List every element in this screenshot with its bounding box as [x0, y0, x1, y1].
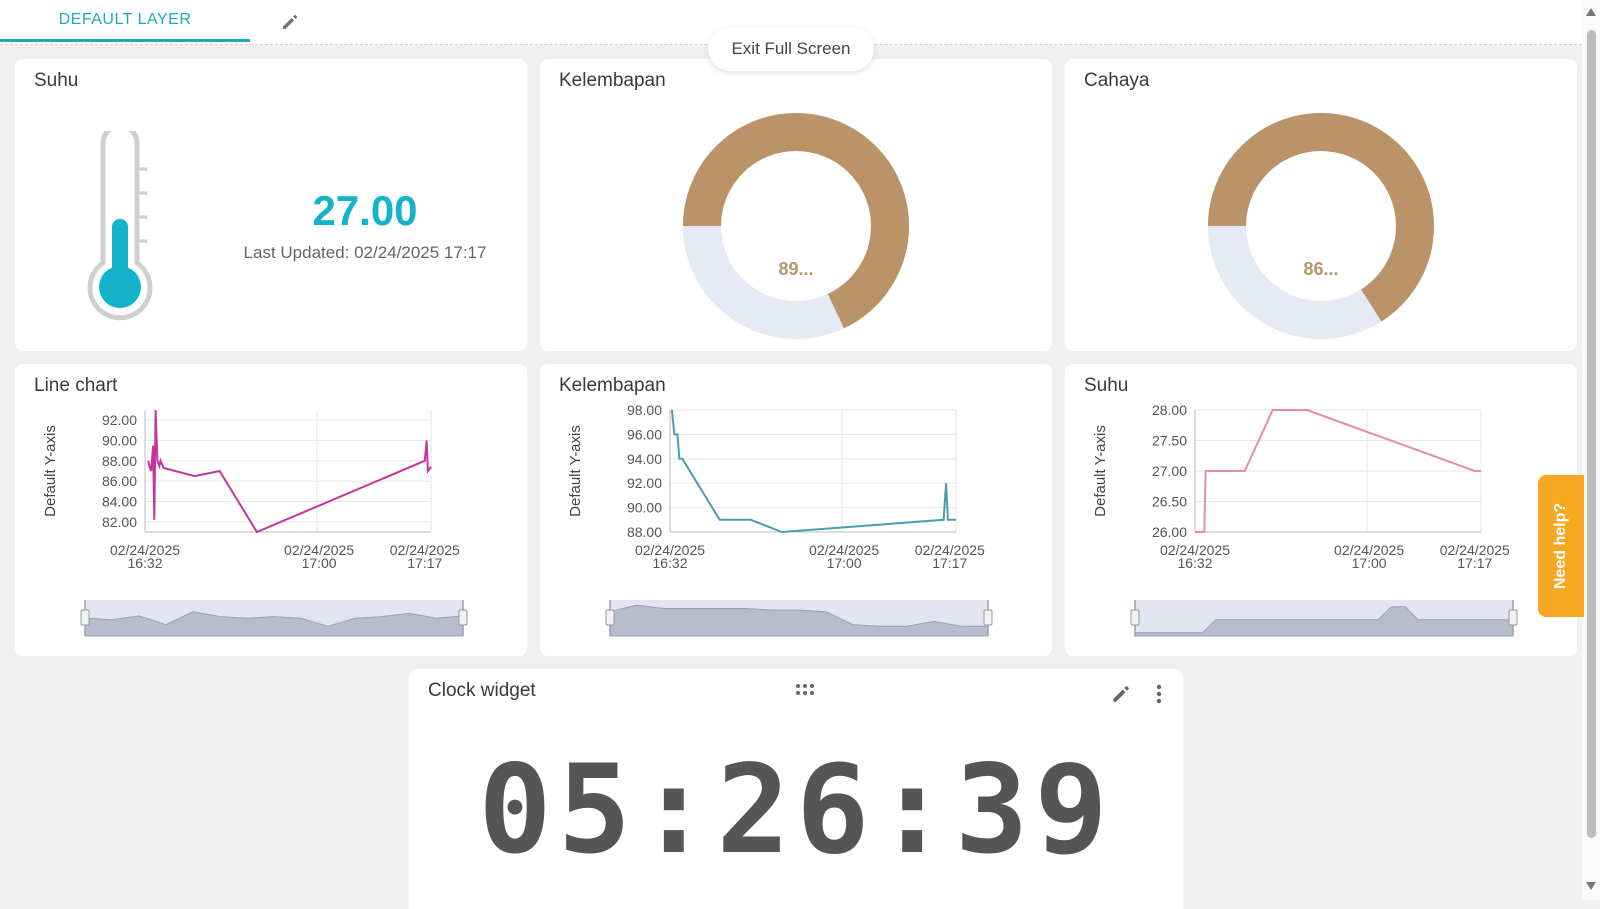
y-axis-label: Default Y-axis — [567, 425, 584, 517]
gauge-value-label: 86... — [1303, 259, 1339, 279]
x-tick-label: 17:17 — [407, 555, 442, 571]
widget-clock: Clock widget 05:26:39 — [409, 669, 1183, 909]
exit-full-screen-button[interactable]: Exit Full Screen — [708, 27, 874, 71]
navigator-handle[interactable] — [458, 609, 468, 626]
y-tick-label: 90.00 — [627, 500, 662, 516]
navigator-handle[interactable] — [1508, 609, 1518, 626]
y-tick-label: 90.00 — [102, 433, 137, 449]
exit-full-screen-label: Exit Full Screen — [731, 39, 851, 58]
line-chart: 28.0027.5027.0026.5026.00Default Y-axis0… — [1092, 402, 1518, 637]
x-tick-label: 16:32 — [1177, 555, 1212, 571]
clock-time: 05:26:39 — [478, 739, 1114, 881]
y-tick-label: 84.00 — [102, 494, 137, 510]
widget-line-chart-2: Kelembapan 98.00 96.00 94.00 92.00 90.00 88.0… — [540, 364, 1052, 656]
navigator-handle[interactable] — [80, 609, 90, 626]
tab-default-layer[interactable]: DEFAULT LAYER — [0, 0, 250, 42]
donut-gauge — [1208, 113, 1434, 339]
y-tick-label: 98.00 — [627, 402, 662, 418]
widget-title: Suhu — [34, 70, 79, 91]
y-tick-label: 28.00 — [1152, 402, 1187, 418]
widget-suhu-value: Suhu 27.00 Last Updated: 02/24/2025 17:1… — [15, 59, 527, 351]
scroll-down-icon[interactable] — [1586, 882, 1596, 890]
x-tick-label: 16:32 — [652, 555, 687, 571]
line-chart: 98.00 96.00 94.00 92.00 90.00 88.00 Default Y-… — [567, 402, 993, 637]
line-chart: 92.00 90.00 88.00 86.00 84.00 82.00 Default Y-… — [42, 409, 468, 637]
widget-title: Cahaya — [1084, 70, 1150, 91]
y-tick-label: 27.50 — [1152, 433, 1187, 449]
navigator-handle[interactable] — [1130, 609, 1140, 626]
x-tick-label: 17:17 — [1457, 555, 1492, 571]
y-tick-label: 82.00 — [102, 514, 137, 530]
vertical-scrollbar[interactable] — [1582, 0, 1600, 900]
y-tick-label: 86.00 — [102, 473, 137, 489]
edit-widget-icon[interactable] — [1110, 683, 1132, 710]
x-tick-label: 17:17 — [932, 555, 967, 571]
x-tick-label: 17:00 — [1352, 555, 1387, 571]
tab-default-layer-label: DEFAULT LAYER — [58, 10, 192, 28]
drag-handle-icon[interactable] — [795, 683, 815, 702]
gauge-value-label: 89... — [778, 259, 814, 279]
last-updated-text: Last Updated: 02/24/2025 17:17 — [243, 243, 487, 262]
y-axis-label: Default Y-axis — [42, 425, 59, 517]
y-tick-label: 26.00 — [1152, 524, 1187, 540]
widget-title: Clock widget — [428, 680, 536, 701]
x-tick-label: 17:00 — [302, 555, 337, 571]
widget-line-chart-1: Line chart 92.00 90.00 88.00 86.00 84.00 82.0… — [15, 364, 527, 656]
y-axis-label: Default Y-axis — [1092, 425, 1109, 517]
y-tick-label: 92.00 — [627, 475, 662, 491]
widget-line-chart-3: Suhu 28.00 27.50 27.00 26.50 26.00 Default Y-… — [1065, 364, 1577, 656]
scroll-up-icon[interactable] — [1586, 8, 1596, 16]
series-line — [147, 409, 432, 534]
widget-kelembapan-gauge: Kelembapan 89... — [540, 59, 1052, 351]
x-tick-label: 17:00 — [827, 555, 862, 571]
widget-cahaya-gauge: Cahaya 86... — [1065, 59, 1577, 351]
y-tick-label: 96.00 — [627, 426, 662, 442]
y-tick-label: 92.00 — [102, 412, 137, 428]
navigator-handle[interactable] — [983, 609, 993, 626]
x-tick-label: 16:32 — [127, 555, 162, 571]
y-tick-label: 27.00 — [1152, 463, 1187, 479]
temperature-value: 27.00 — [312, 187, 418, 234]
widget-title: Kelembapan — [559, 70, 666, 91]
scroll-thumb[interactable] — [1587, 30, 1596, 838]
series-line — [670, 409, 956, 534]
need-help-label: Need help? — [1552, 502, 1570, 590]
need-help-button[interactable]: Need help? — [1538, 475, 1584, 617]
y-tick-label: 26.50 — [1152, 494, 1187, 510]
thermometer-icon — [87, 131, 153, 321]
edit-layer-icon[interactable] — [280, 12, 300, 32]
y-tick-label: 94.00 — [627, 451, 662, 467]
y-tick-label: 88.00 — [102, 453, 137, 469]
more-options-icon[interactable] — [1155, 683, 1163, 710]
y-tick-label: 88.00 — [627, 524, 662, 540]
donut-gauge — [683, 113, 909, 339]
navigator-handle[interactable] — [605, 609, 615, 626]
